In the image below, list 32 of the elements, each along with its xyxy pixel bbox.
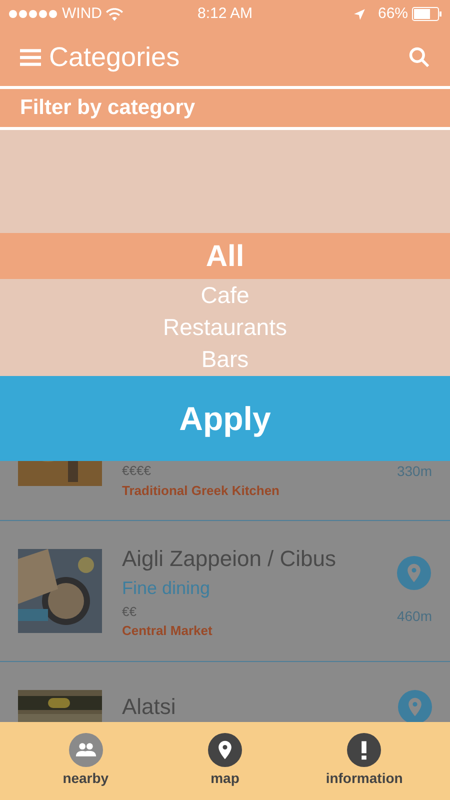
tab-button[interactable]: nearby <box>26 733 146 789</box>
menu-icon <box>20 48 41 66</box>
place-row[interactable]: Aigli Zappeion / Cibus Fine dining €€ Central Market 460m <box>0 521 450 662</box>
battery-percent: 66% <box>378 4 408 24</box>
place-distance: 330m <box>396 462 432 481</box>
picker-option[interactable]: Cafe <box>0 279 450 311</box>
search-button[interactable] <box>408 46 430 68</box>
header-title: Categories <box>49 40 181 74</box>
tab-button[interactable]: information <box>304 733 424 789</box>
place-distance: 460m <box>396 606 432 626</box>
tab-button[interactable]: map <box>164 733 285 789</box>
menu-button[interactable] <box>20 48 41 66</box>
exclamation-icon <box>360 739 368 761</box>
apply-button[interactable]: Apply <box>0 376 450 461</box>
battery-icon <box>412 7 442 21</box>
picker-option[interactable]: All <box>0 233 450 279</box>
place-area: Traditional Greek Kitchen <box>122 480 397 500</box>
place-category: Fine dining <box>122 576 212 600</box>
place-area: Central Market <box>122 621 397 640</box>
picker-option[interactable]: Restaurants <box>0 311 450 343</box>
place-name: Aigli Zappeion / Cibus <box>122 544 338 573</box>
search-icon <box>408 46 430 68</box>
signal-icon <box>8 9 58 19</box>
filter-title: Filter by category <box>20 95 196 122</box>
status-time: 8:12 AM <box>196 4 254 24</box>
picker-option[interactable]: Bars <box>0 343 450 375</box>
place-price: €€€€ <box>122 462 152 480</box>
place-price: €€ <box>122 602 138 620</box>
place-name: Alatsi <box>122 694 176 719</box>
wifi-icon <box>106 8 123 20</box>
carrier-name: WIND <box>62 4 102 24</box>
location-arrow-icon <box>352 8 366 20</box>
